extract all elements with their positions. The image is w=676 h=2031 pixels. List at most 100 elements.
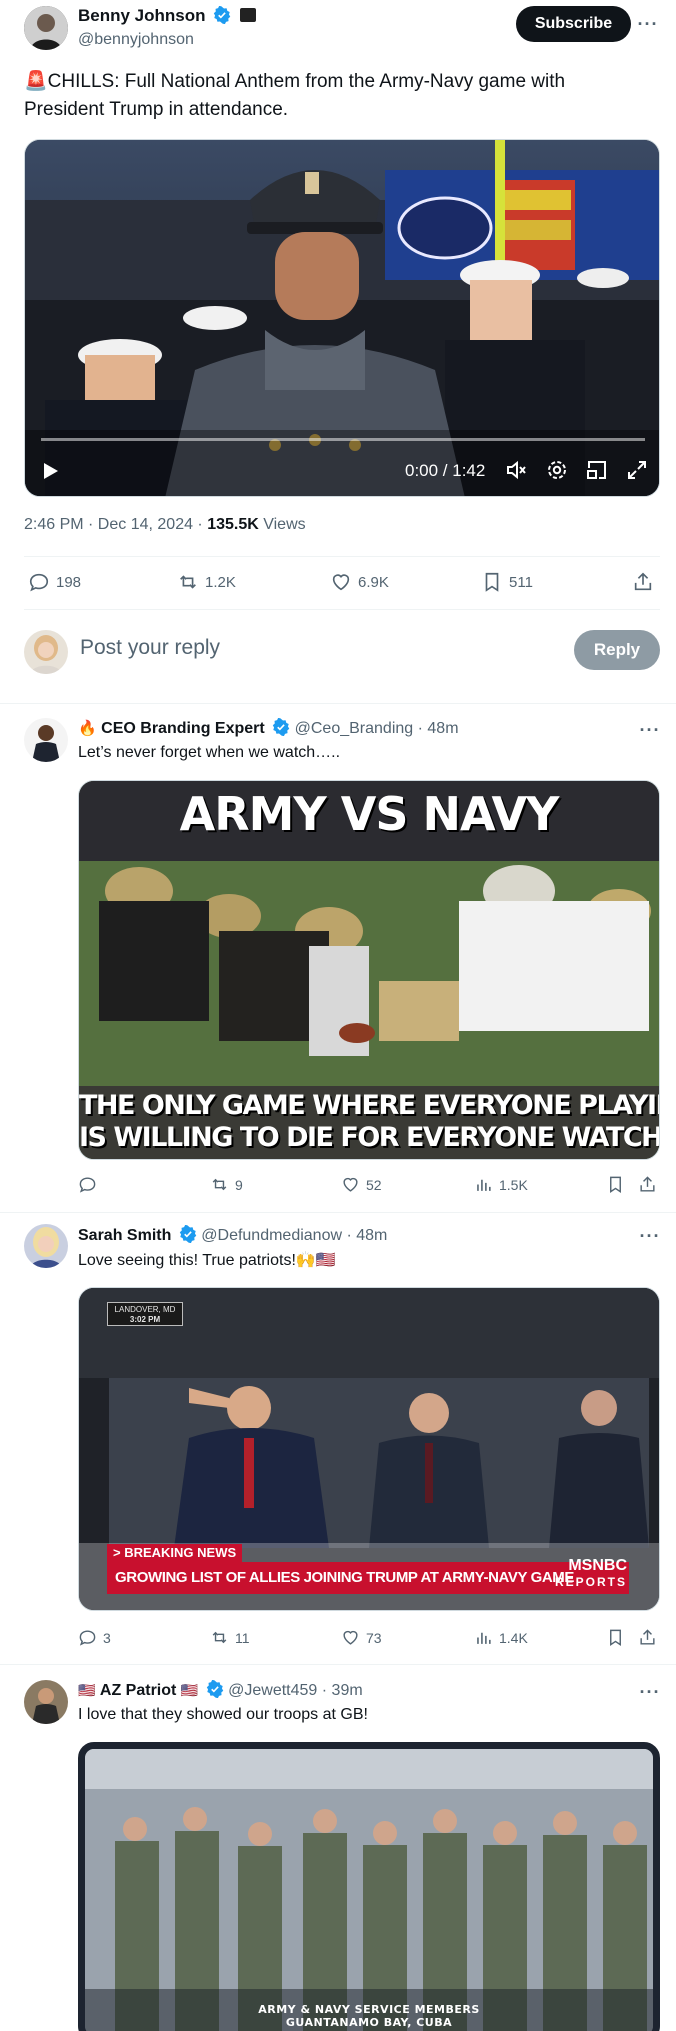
section-divider [0,703,676,704]
more-options-icon[interactable]: ··· [638,1680,662,1704]
verified-icon [179,1225,197,1243]
more-options-icon[interactable]: ··· [638,718,662,742]
image-caption-2: GUANTANAMO BAY, CUBA [285,2016,453,2029]
troops-image [85,1749,653,2031]
views-action[interactable]: 1.4K [474,1628,528,1647]
image-caption-1: ARMY & NAVY SERVICE MEMBERS [258,2003,480,2016]
section-divider [0,1664,676,1665]
heart-icon [343,1177,358,1192]
tweet-video[interactable]: 0:00 / 1:42 [24,139,660,497]
volume-icon[interactable] [505,458,529,487]
share-action[interactable] [632,571,660,593]
reply-count: 3 [103,1629,111,1646]
fullscreen-icon[interactable] [625,458,649,487]
reply-action[interactable]: 3 [78,1628,111,1647]
bookmark-action[interactable] [606,1175,631,1194]
siren-emoji: 🚨 [24,71,48,92]
more-options-icon[interactable]: ··· [638,1224,662,1248]
reply-author-name[interactable]: CEO Branding Expert [101,720,265,737]
author-name[interactable]: Benny Johnson [78,6,206,25]
flag-emoji: 🇺🇸 [180,1682,199,1698]
news-headline: GROWING LIST OF ALLIES JOINING TRUMP AT … [115,1569,574,1586]
affiliate-badge-icon [240,8,257,22]
repost-action[interactable]: 9 [210,1175,243,1194]
video-frame [25,140,659,496]
section-divider [0,1212,676,1213]
pip-icon[interactable] [585,458,609,487]
tweet-meta: 2:46 PM · Dec 14, 2024 · 135.5K Views [24,516,306,534]
reply-avatar[interactable] [24,1224,68,1268]
like-count: 52 [366,1176,382,1193]
share-icon [640,1629,655,1645]
news-location: LANDOVER, MD [114,1305,176,1314]
like-action[interactable]: 73 [341,1628,382,1647]
more-options-icon[interactable]: ··· [636,12,660,36]
reply-button[interactable]: Reply [574,630,660,670]
author-avatar[interactable] [24,6,68,50]
repost-action[interactable]: 1.2K [177,571,236,593]
bookmark-action[interactable] [606,1628,631,1647]
meme-top-caption: ARMY VS NAVY [179,787,560,841]
reply-author-handle[interactable]: @Defundmedianow [201,1227,342,1244]
reply-header: Sarah Smith @Defundmedianow · 48m [78,1225,387,1245]
bookmark-action[interactable]: 511 [481,571,533,593]
reply-input[interactable]: Post your reply [80,636,220,660]
meme-bottom-caption-1: THE ONLY GAME WHERE EVERYONE PLAYING [79,1090,660,1121]
reply-author-name[interactable]: AZ Patriot [100,1682,176,1699]
reply-author-handle[interactable]: @Jewett459 [228,1682,317,1699]
tweet-timestamp[interactable]: 2:46 PM · Dec 14, 2024 · [24,516,207,533]
views-action[interactable]: 1.5K [474,1175,528,1194]
reply-icon [29,573,49,592]
breaking-news-label: > BREAKING NEWS [107,1544,243,1562]
reply-icon [79,1630,96,1646]
reply-author-handle[interactable]: @Ceo_Branding [295,720,414,737]
repost-icon [212,1631,227,1644]
like-count: 6.9K [358,573,389,591]
reply-action[interactable] [78,1175,103,1194]
analytics-icon [477,1632,491,1644]
reply-time[interactable]: · 48m [418,720,459,737]
heart-icon [332,574,350,591]
news-clock: 3:02 PM [129,1315,161,1324]
author-name-row[interactable]: Benny Johnson [78,6,257,26]
reply-time[interactable]: · 39m [322,1682,363,1699]
views-count: 1.4K [499,1629,528,1646]
divider [24,556,660,557]
reply-action[interactable]: 198 [28,571,81,593]
video-time: 0:00 / 1:42 [405,461,486,480]
reply-text: I love that they showed our troops at GB… [78,1706,368,1723]
reply-image[interactable]: ARMY & NAVY SERVICE MEMBERS GUANTANAMO B… [78,1742,660,2031]
share-icon [634,572,652,591]
my-avatar[interactable] [24,630,68,674]
subscribe-button[interactable]: Subscribe [516,6,631,42]
repost-icon [180,575,196,589]
share-icon [640,1176,655,1192]
like-action[interactable]: 6.9K [330,571,389,593]
tweet-body: CHILLS: Full National Anthem from the Ar… [24,71,566,120]
reply-avatar[interactable] [24,718,68,762]
flag-emoji: 🇺🇸 [78,1682,96,1698]
like-action[interactable]: 52 [341,1175,382,1194]
fire-emoji: 🔥 [78,720,97,737]
like-count: 73 [366,1629,382,1646]
share-action[interactable] [638,1175,663,1194]
share-action[interactable] [638,1628,663,1647]
settings-gear-icon[interactable] [545,458,569,487]
bookmark-icon [610,1629,621,1646]
video-progress-track[interactable] [41,438,645,441]
repost-action[interactable]: 11 [210,1628,250,1647]
analytics-icon [477,1179,491,1191]
reply-text: Let’s never forget when we watch….. [78,744,341,761]
repost-icon [212,1178,227,1191]
reply-author-name[interactable]: Sarah Smith [78,1227,171,1244]
reply-text: Love seeing this! True patriots!🙌🇺🇸 [78,1252,336,1269]
reply-header: 🇺🇸 AZ Patriot 🇺🇸 @Jewett459 · 39m [78,1680,363,1700]
reply-image[interactable]: LANDOVER, MD 3:02 PM > BREAKING NEWS GRO… [78,1287,660,1611]
author-handle[interactable]: @bennyjohnson [78,31,194,49]
bookmark-icon [610,1176,621,1193]
play-button[interactable] [39,460,61,482]
reply-image[interactable]: ARMY VS NAVY THE ONLY GAME WHERE EVERYON… [78,780,660,1160]
views-label: Views [258,516,306,533]
reply-avatar[interactable] [24,1680,68,1724]
reply-time[interactable]: · 48m [346,1227,387,1244]
